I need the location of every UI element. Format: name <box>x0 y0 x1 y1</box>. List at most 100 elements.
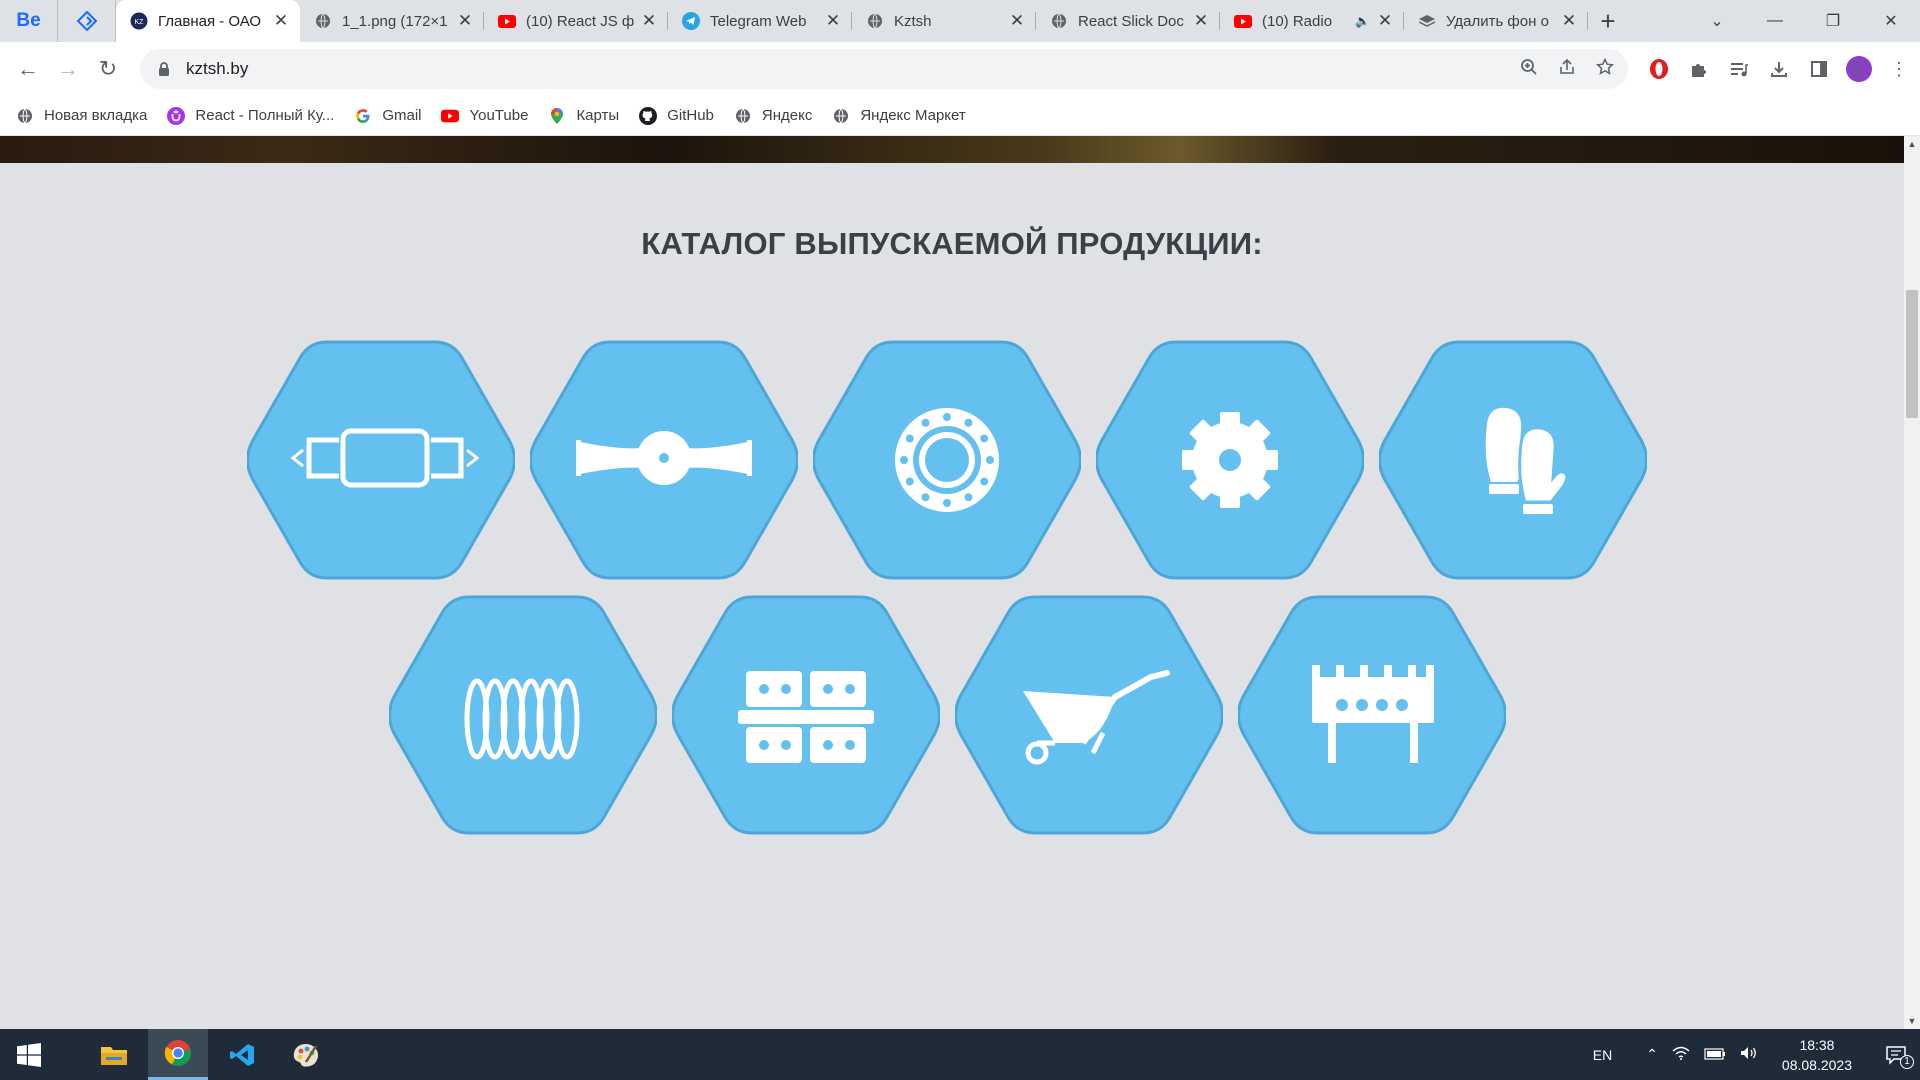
bookmark-youtube[interactable]: YouTube <box>441 107 528 125</box>
chrome-menu-icon[interactable]: ⋮ <box>1886 56 1912 82</box>
arrow-right-icon: → <box>57 56 79 81</box>
reload-button[interactable]: ↻ <box>88 49 128 89</box>
notification-center-button[interactable]: 1 <box>1872 1045 1920 1069</box>
forward-button[interactable]: → <box>48 49 88 89</box>
kztsh-logo-icon: KZ <box>130 12 148 30</box>
bookmark-label: Яндекс Маркет <box>860 107 966 124</box>
lock-icon[interactable] <box>154 61 174 77</box>
reload-icon: ↻ <box>98 56 118 81</box>
arrow-left-icon: ← <box>17 56 39 81</box>
close-icon[interactable]: ✕ <box>456 12 474 30</box>
globe-icon <box>734 107 752 125</box>
volume-icon[interactable] <box>1740 1046 1758 1063</box>
notification-count: 1 <box>1900 1054 1914 1069</box>
bookmarks-bar: Новая вкладка React - Полный Ку... Gmail… <box>0 96 1920 136</box>
bookmark-new-tab[interactable]: Новая вкладка <box>16 107 147 125</box>
url-text[interactable]: kztsh.by <box>186 59 1520 79</box>
scroll-up-arrow-icon[interactable]: ▲ <box>1904 136 1920 152</box>
bookmark-github[interactable]: GitHub <box>639 106 714 125</box>
tab-title: Удалить фон о <box>1446 12 1549 30</box>
scroll-down-arrow-icon[interactable]: ▼ <box>1904 1013 1920 1029</box>
close-window-button[interactable]: ✕ <box>1862 11 1920 31</box>
taskbar-vscode[interactable] <box>212 1029 272 1080</box>
tab-telegram[interactable]: Telegram Web ✕ <box>668 0 852 42</box>
clock-date: 08.08.2023 <box>1781 1056 1852 1073</box>
download-icon[interactable] <box>1766 56 1792 82</box>
restore-button[interactable]: ❐ <box>1804 11 1862 31</box>
tab-kztsh-main[interactable]: KZ Главная - ОАО ✕ <box>116 0 300 42</box>
tab-search-chevron-icon[interactable]: ⌄ <box>1688 11 1746 31</box>
clock[interactable]: 18:38 08.08.2023 <box>1782 1035 1852 1075</box>
bookmark-maps[interactable]: Карты <box>548 107 619 125</box>
scrollbar-thumb[interactable] <box>1906 290 1918 418</box>
bookmark-label: YouTube <box>469 107 529 124</box>
page-scrollbar[interactable]: ▲ ▼ <box>1904 136 1920 1029</box>
speaker-icon[interactable]: 🔈 <box>1355 14 1370 28</box>
google-icon <box>354 107 372 125</box>
close-icon[interactable]: ✕ <box>1560 12 1578 30</box>
globe-icon <box>1050 12 1068 30</box>
side-panel-icon[interactable] <box>1806 56 1832 82</box>
pinned-tab-behance[interactable]: Be <box>0 0 58 42</box>
bookmark-yandex[interactable]: Яндекс <box>734 107 812 125</box>
globe-icon <box>866 12 884 30</box>
bookmark-yandex-market[interactable]: Яндекс Маркет <box>832 107 966 125</box>
globe-icon <box>16 107 34 125</box>
language-indicator[interactable]: EN <box>1593 1047 1612 1063</box>
youtube-icon <box>498 12 516 30</box>
extensions-puzzle-icon[interactable] <box>1686 56 1712 82</box>
address-bar[interactable]: kztsh.by <box>140 49 1628 89</box>
wifi-icon[interactable] <box>1672 1046 1690 1063</box>
tab-youtube-radio[interactable]: (10) Radio 🔈 ✕ <box>1220 0 1404 42</box>
tab-remove-bg[interactable]: Удалить фон о ✕ <box>1404 0 1588 42</box>
bookmark-star-icon[interactable] <box>1595 57 1615 81</box>
taskbar-paint[interactable] <box>276 1029 336 1080</box>
tab-youtube-react[interactable]: (10) React JS фу ✕ <box>484 0 668 42</box>
product-grill-brazier[interactable] <box>1238 593 1506 837</box>
battery-icon[interactable] <box>1704 1047 1726 1063</box>
bookmark-label: Карты <box>576 107 620 124</box>
product-flange-ring[interactable] <box>813 338 1081 582</box>
product-hinge-plates[interactable] <box>672 593 940 837</box>
product-wheelbarrow[interactable] <box>955 593 1223 837</box>
bookmark-gmail[interactable]: Gmail <box>354 107 421 125</box>
tab-png-image[interactable]: 1_1.png (172×1 ✕ <box>300 0 484 42</box>
tab-react-slick[interactable]: React Slick Doc ✕ <box>1036 0 1220 42</box>
product-gear[interactable] <box>1096 338 1364 582</box>
product-axle-shaft[interactable] <box>530 338 798 582</box>
media-control-icon[interactable] <box>1726 56 1752 82</box>
product-mittens[interactable] <box>1379 338 1647 582</box>
pinned-tab-diamond[interactable] <box>58 0 116 42</box>
new-tab-button[interactable]: + <box>1588 0 1628 42</box>
close-icon[interactable]: ✕ <box>1008 12 1026 30</box>
close-icon[interactable]: ✕ <box>824 12 842 30</box>
bookmark-label: Яндекс <box>761 107 813 124</box>
clock-time: 18:38 <box>1799 1036 1835 1053</box>
share-icon[interactable] <box>1558 58 1576 81</box>
telegram-icon <box>682 12 700 30</box>
start-button[interactable] <box>0 1029 58 1080</box>
opera-extension-icon[interactable] <box>1646 56 1672 82</box>
taskbar-chrome[interactable] <box>148 1029 208 1080</box>
windows-taskbar: EN ⌃ 18:38 08.08.2023 1 <box>0 1029 1920 1080</box>
minimize-button[interactable]: — <box>1746 12 1804 30</box>
chevron-up-icon[interactable]: ⌃ <box>1646 1046 1658 1063</box>
globe-icon <box>832 107 850 125</box>
product-spring-coil[interactable] <box>389 593 657 837</box>
tab-title: Kztsh <box>894 12 932 30</box>
taskbar-file-explorer[interactable] <box>84 1029 144 1080</box>
bookmark-react-course[interactable]: React - Полный Ку... <box>167 106 334 125</box>
tab-title: (10) Radio <box>1262 12 1333 30</box>
catalog-title: КАТАЛОГ ВЫПУСКАЕМОЙ ПРОДУКЦИИ: <box>641 226 1263 261</box>
hero-image-bottom <box>0 136 1904 163</box>
close-icon[interactable]: ✕ <box>1376 12 1394 30</box>
zoom-icon[interactable] <box>1520 58 1538 81</box>
back-button[interactable]: ← <box>8 49 48 89</box>
bookmark-label: Gmail <box>382 107 422 124</box>
close-icon[interactable]: ✕ <box>272 12 290 30</box>
close-icon[interactable]: ✕ <box>1192 12 1210 30</box>
tab-kztsh[interactable]: Kztsh ✕ <box>852 0 1036 42</box>
profile-avatar[interactable]: E <box>1846 56 1872 82</box>
product-belt-clamp[interactable] <box>247 338 515 582</box>
close-icon[interactable]: ✕ <box>640 12 658 30</box>
